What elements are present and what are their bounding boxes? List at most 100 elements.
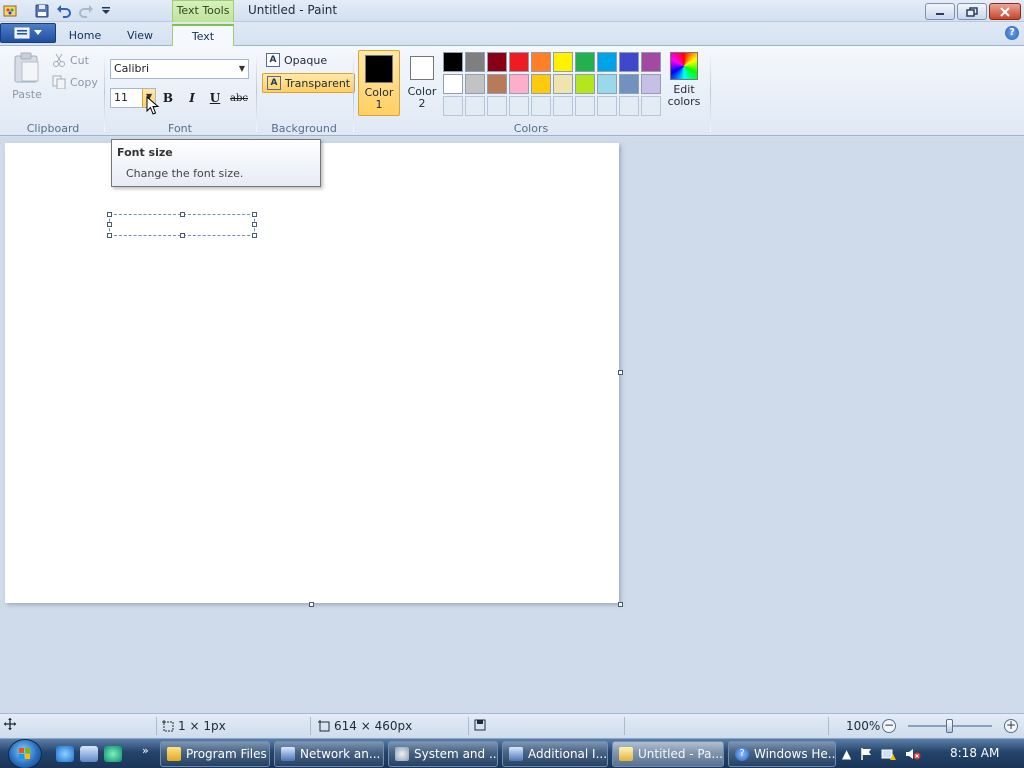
taskbar-item-label: Untitled - Pa... — [638, 747, 723, 761]
cut-button[interactable]: Cut — [52, 53, 89, 67]
palette-color-swatch[interactable] — [531, 52, 551, 72]
ribbon-tab-row: Home View Text ? — [0, 22, 1024, 46]
text-box-handle[interactable] — [180, 233, 185, 238]
volume-muted-icon[interactable] — [905, 747, 921, 761]
close-icon — [1000, 6, 1010, 17]
palette-color-swatch[interactable] — [443, 52, 463, 72]
palette-color-swatch[interactable] — [619, 52, 639, 72]
start-button[interactable] — [8, 739, 42, 768]
palette-color-swatch[interactable] — [597, 74, 617, 94]
tooltip-title: Font size — [117, 146, 173, 159]
palette-color-swatch[interactable] — [641, 52, 661, 72]
underline-button[interactable]: U — [204, 88, 226, 108]
undo-icon[interactable] — [56, 3, 72, 19]
media-player-icon[interactable] — [104, 746, 122, 762]
taskbar-clock[interactable]: 8:18 AM — [950, 746, 999, 760]
bold-button[interactable]: B — [157, 88, 179, 108]
cut-label: Cut — [70, 53, 89, 67]
taskbar-item-system[interactable]: System and ... — [388, 741, 498, 767]
redo-icon[interactable] — [78, 3, 94, 19]
palette-color-swatch[interactable] — [641, 74, 661, 94]
save-icon[interactable] — [34, 3, 50, 19]
text-box-handle[interactable] — [252, 233, 257, 238]
network-warning-icon[interactable] — [881, 747, 897, 761]
more-chevron-icon[interactable]: » — [142, 744, 149, 757]
palette-color-swatch[interactable] — [597, 52, 617, 72]
text-box-handle[interactable] — [180, 212, 185, 217]
palette-color-swatch[interactable] — [531, 74, 551, 94]
background-group-label: Background — [271, 122, 337, 135]
restore-icon — [966, 6, 978, 17]
text-box-handle[interactable] — [252, 212, 257, 217]
palette-color-swatch[interactable] — [575, 74, 595, 94]
tab-text[interactable]: Text — [172, 24, 234, 46]
palette-color-swatch[interactable] — [487, 74, 507, 94]
edit-colors-button[interactable]: Edit colors — [666, 52, 702, 108]
palette-custom-slot[interactable] — [619, 96, 639, 116]
font-family-dropdown[interactable]: Calibri ▼ — [110, 59, 249, 79]
drawing-canvas[interactable] — [5, 143, 619, 603]
palette-color-swatch[interactable] — [553, 52, 573, 72]
palette-custom-slot[interactable] — [597, 96, 617, 116]
show-desktop-icon[interactable] — [80, 746, 98, 762]
opaque-button[interactable]: A Opaque — [262, 50, 331, 70]
zoom-slider-thumb[interactable] — [946, 719, 953, 733]
paste-icon — [14, 52, 39, 83]
copy-button[interactable]: Copy — [52, 75, 98, 89]
palette-color-swatch[interactable] — [509, 52, 529, 72]
palette-custom-slot[interactable] — [575, 96, 595, 116]
color-2-button[interactable]: Color 2 — [401, 50, 443, 116]
palette-custom-slot[interactable] — [531, 96, 551, 116]
disk-size-icon — [474, 719, 486, 731]
taskbar-item-paint[interactable]: Untitled - Pa... — [612, 741, 724, 767]
paint-app-icon[interactable] — [2, 3, 18, 19]
tab-home[interactable]: Home — [62, 24, 108, 46]
taskbar-item-additional[interactable]: Additional I... — [502, 741, 608, 767]
transparent-button[interactable]: A Transparent — [262, 73, 356, 93]
tab-view[interactable]: View — [116, 24, 164, 46]
paint-menu-button[interactable] — [0, 23, 56, 43]
zoom-level: 100% — [846, 719, 881, 733]
palette-custom-slot[interactable] — [641, 96, 661, 116]
taskbar-item-program-files[interactable]: Program Files — [160, 741, 270, 767]
zoom-in-button[interactable]: + — [1004, 719, 1018, 733]
system-tray: ▲ — [842, 739, 921, 768]
text-box-handle[interactable] — [107, 233, 112, 238]
palette-color-swatch[interactable] — [509, 74, 529, 94]
text-box-handle[interactable] — [252, 222, 257, 227]
action-center-flag-icon[interactable] — [859, 747, 873, 761]
palette-custom-slot[interactable] — [553, 96, 573, 116]
minimize-button[interactable] — [925, 3, 955, 20]
palette-custom-slot[interactable] — [487, 96, 507, 116]
palette-custom-slot[interactable] — [509, 96, 529, 116]
canvas-resize-handle-bottom[interactable] — [309, 602, 314, 607]
status-bar: 1 × 1px 614 × 460px 100% − + — [0, 713, 1024, 738]
palette-custom-slot[interactable] — [443, 96, 463, 116]
control-panel-icon — [281, 747, 295, 761]
strikethrough-button[interactable]: abc — [228, 88, 250, 108]
paste-button[interactable]: Paste — [8, 52, 46, 108]
customize-qat-icon[interactable] — [98, 3, 114, 19]
text-box-handle[interactable] — [107, 222, 112, 227]
taskbar-item-windows-help[interactable]: ? Windows He... — [728, 741, 836, 767]
zoom-out-button[interactable]: − — [882, 719, 896, 733]
palette-custom-slot[interactable] — [465, 96, 485, 116]
internet-explorer-icon[interactable] — [56, 746, 74, 762]
taskbar-item-network[interactable]: Network an... — [274, 741, 384, 767]
color-1-button[interactable]: Color 1 — [358, 50, 400, 116]
palette-color-swatch[interactable] — [443, 74, 463, 94]
palette-color-swatch[interactable] — [487, 52, 507, 72]
text-box-handle[interactable] — [107, 212, 112, 217]
help-icon[interactable]: ? — [1005, 26, 1019, 40]
palette-color-swatch[interactable] — [575, 52, 595, 72]
restore-button[interactable] — [957, 3, 987, 20]
show-hidden-icons-icon[interactable]: ▲ — [842, 747, 851, 761]
close-button[interactable] — [989, 3, 1021, 20]
italic-button[interactable]: I — [181, 88, 203, 108]
palette-color-swatch[interactable] — [619, 74, 639, 94]
palette-color-swatch[interactable] — [553, 74, 573, 94]
palette-color-swatch[interactable] — [465, 74, 485, 94]
palette-color-swatch[interactable] — [465, 52, 485, 72]
canvas-resize-handle-right[interactable] — [618, 370, 623, 375]
canvas-resize-handle-corner[interactable] — [618, 602, 623, 607]
